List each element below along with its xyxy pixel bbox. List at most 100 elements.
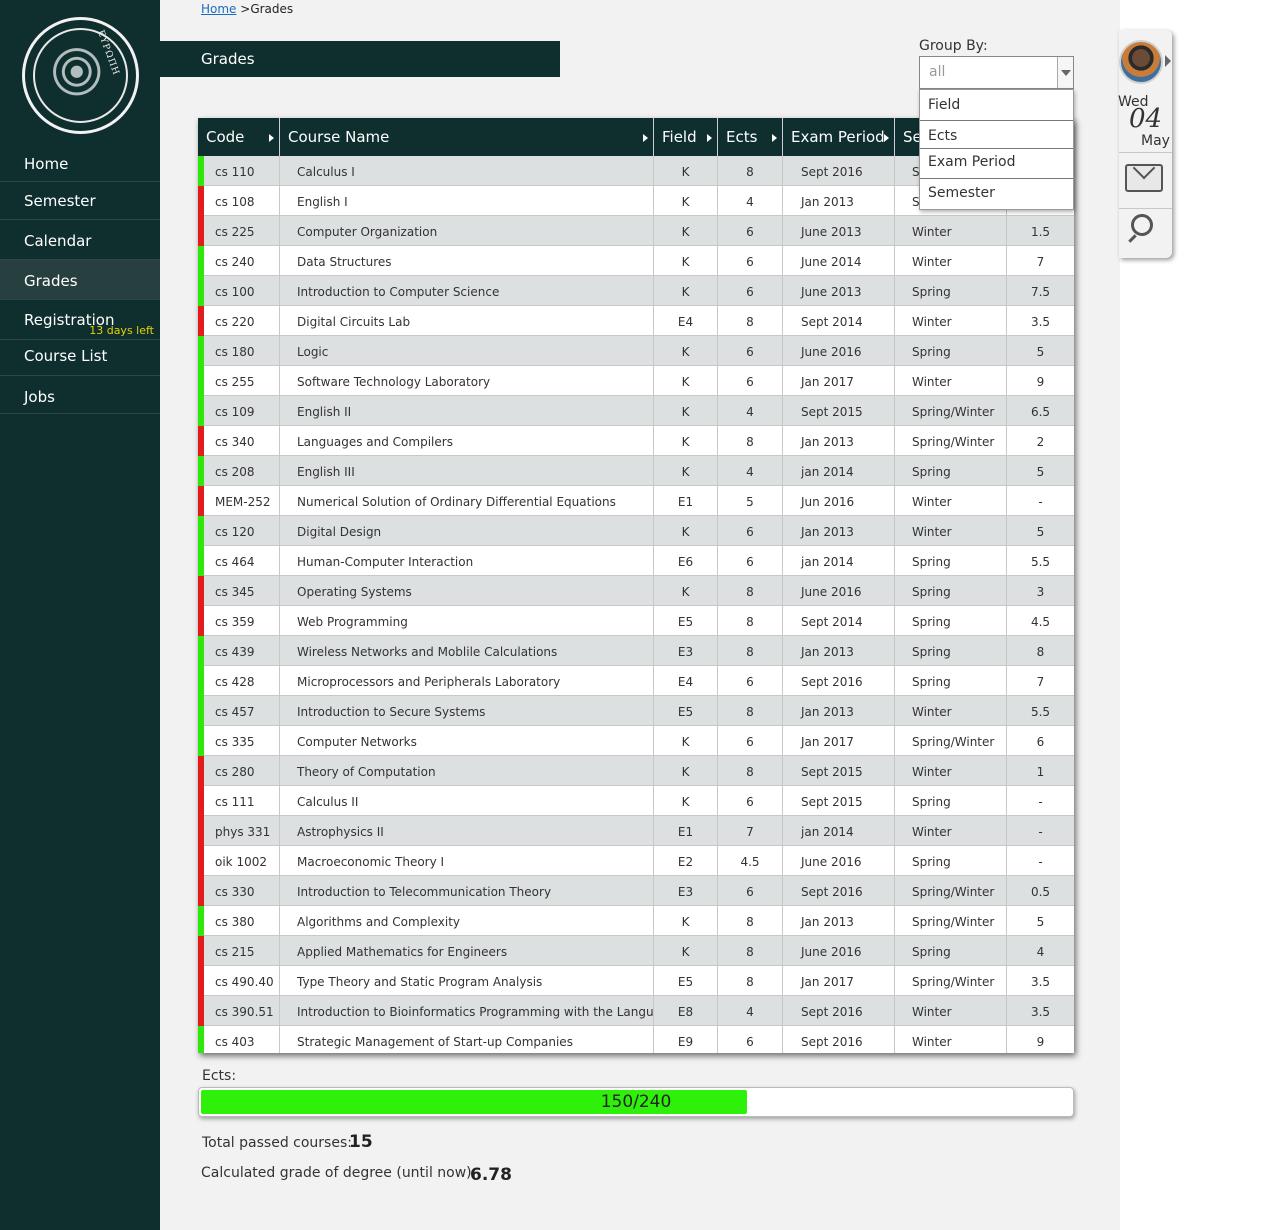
sort-arrow-icon[interactable] [707, 134, 712, 142]
cell-field: K [654, 186, 718, 216]
table-row[interactable]: cs 490.40 Type Theory and Static Program … [198, 966, 1074, 996]
cell-ects: 4 [718, 396, 783, 426]
avatar[interactable] [1119, 40, 1163, 84]
ects-progress-bar: 150/240 [198, 1087, 1074, 1117]
sidebar-item-semester[interactable]: Semester [0, 182, 160, 220]
table-row[interactable]: cs 345 Operating Systems K 8 June 2016 Spring… [198, 576, 1074, 606]
sidebar-item-label: Grades [24, 272, 78, 290]
sidebar-item-calendar[interactable]: Calendar [0, 220, 160, 260]
cell-course-name: Digital Circuits Lab [280, 306, 654, 336]
table-row[interactable]: cs 255 Software Technology Laboratory K 6 Ja… [198, 366, 1074, 396]
cell-code: cs 403 [198, 1026, 280, 1053]
table-row[interactable]: cs 280 Theory of Computation K 8 Sept 2015 Wi… [198, 756, 1074, 786]
dropdown-option-ects[interactable]: Ects [920, 121, 1073, 149]
table-row[interactable]: cs 100 Introduction to Computer Science K 6… [198, 276, 1074, 306]
table-row[interactable]: cs 240 Data Structures K 6 June 2014 Winter 7 [198, 246, 1074, 276]
sidebar-item-grades[interactable]: Grades [0, 260, 160, 300]
cell-field: K [654, 366, 718, 396]
cell-ects: 8 [718, 426, 783, 456]
sidebar-item-label: Home [24, 155, 69, 173]
table-row[interactable]: cs 340 Languages and Compilers K 8 Jan 2013 S… [198, 426, 1074, 456]
date-number: 04 [1129, 104, 1163, 134]
cell-course-name: Numerical Solution of Ordinary Different… [280, 486, 654, 516]
dropdown-option-field[interactable]: Field [920, 90, 1073, 121]
mail-icon[interactable] [1125, 164, 1163, 192]
cell-exam-period: Sept 2014 [783, 606, 895, 636]
cell-exam-period: Sept 2016 [783, 666, 895, 696]
cell-course-name: Introduction to Bioinformatics Programmi… [280, 996, 654, 1026]
cell-semester: Winter [895, 696, 1007, 726]
chevron-right-icon[interactable] [1165, 55, 1171, 67]
header-exam-period[interactable]: Exam Period [783, 118, 895, 156]
sort-arrow-icon[interactable] [772, 134, 777, 142]
search-icon[interactable] [1131, 214, 1153, 236]
sidebar-nav: Home Semester Calendar Grades Registrati… [0, 145, 160, 414]
table-row[interactable]: cs 225 Computer Organization K 6 June 2013 Wi… [198, 216, 1074, 246]
header-field[interactable]: Field [654, 118, 718, 156]
table-row[interactable]: cs 120 Digital Design K 6 Jan 2013 Winter 5 [198, 516, 1074, 546]
table-row[interactable]: cs 359 Web Programming E5 8 Sept 2014 Spring 4… [198, 606, 1074, 636]
sidebar-item-label: Semester [24, 192, 96, 210]
table-row[interactable]: cs 335 Computer Networks K 6 Jan 2017 Spring/… [198, 726, 1074, 756]
dropdown-option-semester[interactable]: Semester [920, 179, 1073, 210]
sort-arrow-icon[interactable] [884, 134, 889, 142]
cell-code: cs 108 [198, 186, 280, 216]
header-code-label: Code [206, 128, 245, 146]
table-row[interactable]: cs 428 Microprocessors and Peripherals La… [198, 666, 1074, 696]
sidebar-item-home[interactable]: Home [0, 145, 160, 182]
cell-grade: 6.5 [1030, 405, 1051, 419]
cell-field: E5 [654, 606, 718, 636]
cell-exam-period: jan 2014 [783, 456, 895, 486]
sidebar-item-registration[interactable]: Registration 13 days left [0, 300, 160, 340]
table-row[interactable]: cs 464 Human-Computer Interaction E6 6 jan 2… [198, 546, 1074, 576]
table-row[interactable]: cs 208 English III K 4 jan 2014 Spring 5 [198, 456, 1074, 486]
cell-grade: 5.5 [1030, 555, 1051, 569]
header-code[interactable]: Code [198, 118, 280, 156]
table-row[interactable]: cs 330 Introduction to Telecommunication … [198, 876, 1074, 906]
sidebar-item-jobs[interactable]: Jobs [0, 376, 160, 414]
table-row[interactable]: cs 220 Digital Circuits Lab E4 8 Sept 2014 Wi… [198, 306, 1074, 336]
cell-grade: 0.5 [1030, 885, 1051, 899]
table-row[interactable]: cs 380 Algorithms and Complexity K 8 Jan 201… [198, 906, 1074, 936]
cell-code: cs 457 [198, 696, 280, 726]
cell-grade: 5 [1036, 345, 1045, 359]
cell-field: K [654, 336, 718, 366]
table-row[interactable]: phys 331 Astrophysics II E1 7 jan 2014 Winter… [198, 816, 1074, 846]
sidebar-item-course-list[interactable]: Course List [0, 340, 160, 376]
cell-course-name: Digital Design [280, 516, 654, 546]
cell-semester: Winter [895, 996, 1007, 1026]
grades-table: Code Course Name Field Ects Exam Period … [198, 118, 1074, 1053]
sort-arrow-icon[interactable] [643, 134, 648, 142]
cell-exam-period: June 2014 [783, 246, 895, 276]
table-row[interactable]: cs 109 English II K 4 Sept 2015 Spring/Winter… [198, 396, 1074, 426]
cell-ects: 8 [718, 606, 783, 636]
table-row[interactable]: cs 180 Logic K 6 June 2016 Spring 5 [198, 336, 1074, 366]
table-row[interactable]: cs 111 Calculus II K 6 Sept 2015 Spring - [198, 786, 1074, 816]
cell-code: phys 331 [198, 816, 280, 846]
cell-course-name: Web Programming [280, 606, 654, 636]
cell-semester: Spring [895, 846, 1007, 876]
table-row[interactable]: cs 457 Introduction to Secure Systems E5 8 J… [198, 696, 1074, 726]
cell-ects: 6 [718, 366, 783, 396]
dropdown-option-exam-period[interactable]: Exam Period [920, 149, 1073, 179]
table-row[interactable]: MEM-252 Numerical Solution of Ordinary Di… [198, 486, 1074, 516]
table-row[interactable]: cs 215 Applied Mathematics for Engineers K… [198, 936, 1074, 966]
cell-exam-period: Jan 2017 [783, 966, 895, 996]
cell-ects: 7 [718, 816, 783, 846]
cell-semester: Spring [895, 276, 1007, 306]
cell-code: cs 225 [198, 216, 280, 246]
cell-course-name: Introduction to Computer Science [280, 276, 654, 306]
table-row[interactable]: oik 1002 Macroeconomic Theory I E2 4.5 June … [198, 846, 1074, 876]
table-row[interactable]: cs 403 Strategic Management of Start-up C… [198, 1026, 1074, 1053]
table-row[interactable]: cs 439 Wireless Networks and Moblile Calc… [198, 636, 1074, 666]
cell-semester: Winter [895, 816, 1007, 846]
breadcrumb-home-link[interactable]: Home [201, 2, 236, 16]
group-by-select[interactable]: all [919, 56, 1074, 89]
table-row[interactable]: cs 390.51 Introduction to Bioinformatics … [198, 996, 1074, 1026]
sort-arrow-icon[interactable] [269, 134, 274, 142]
header-ects[interactable]: Ects [718, 118, 783, 156]
cell-grade: 3.5 [1030, 975, 1051, 989]
dropdown-arrow-icon[interactable] [1057, 57, 1073, 88]
header-course-name[interactable]: Course Name [280, 118, 654, 156]
university-logo[interactable]: ΕΥΡΩΠΗ [22, 17, 139, 134]
